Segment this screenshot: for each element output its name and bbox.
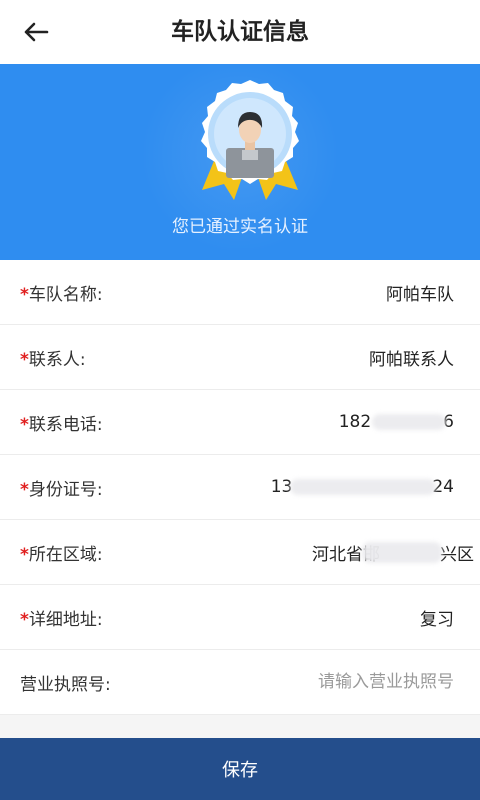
region-value[interactable]: 河北省邯 兴区 [312, 540, 474, 565]
top-bar: 车队认证信息 [0, 0, 480, 64]
team-name-row: *车队名称: 阿帕车队 [0, 260, 480, 325]
contact-phone-value[interactable]: 182 6 [339, 412, 454, 432]
phone-prefix: 182 [338, 412, 372, 432]
required-mark: * [20, 609, 29, 630]
region-suffix: 兴区 [440, 544, 474, 565]
required-mark: * [20, 479, 29, 500]
address-row: *详细地址: 复习 [0, 585, 480, 650]
address-label: *详细地址: [20, 609, 103, 630]
team-name-value[interactable]: 阿帕车队 [386, 280, 454, 305]
save-button[interactable]: 保存 [0, 738, 480, 800]
business-license-input[interactable] [234, 672, 454, 692]
region-label: *所在区域: [20, 544, 103, 565]
verified-status-text: 您已通过实名认证 [172, 217, 308, 237]
team-info-form: *车队名称: 阿帕车队 *联系人: 阿帕联系人 *联系电话: 182 6 *身份证… [0, 260, 480, 715]
id-number-row: *身份证号: 13 24 [0, 455, 480, 520]
required-mark: * [20, 414, 29, 435]
business-license-label: 营业执照号: [20, 674, 111, 695]
contact-phone-label: *联系电话: [20, 414, 103, 435]
required-mark: * [20, 544, 29, 565]
verified-badge-icon [201, 80, 299, 200]
id-number-value[interactable]: 13 24 [271, 477, 454, 497]
address-value[interactable]: 复习 [420, 605, 454, 630]
contact-person-label: *联系人: [20, 349, 86, 370]
privacy-blur [372, 414, 446, 430]
verification-banner: 您已通过实名认证 [0, 64, 480, 260]
contact-person-row: *联系人: 阿帕联系人 [0, 325, 480, 390]
privacy-blur [362, 541, 442, 563]
region-row: *所在区域: 河北省邯 兴区 [0, 520, 480, 585]
business-license-row: 营业执照号: [0, 650, 480, 715]
arrow-left-icon [24, 22, 49, 42]
id-number-label: *身份证号: [20, 479, 103, 500]
privacy-blur [290, 479, 436, 495]
page-title: 车队认证信息 [171, 19, 309, 45]
required-mark: * [20, 349, 29, 370]
contact-phone-row: *联系电话: 182 6 [0, 390, 480, 455]
required-mark: * [20, 284, 29, 305]
team-name-label: *车队名称: [20, 284, 103, 305]
back-button[interactable] [14, 14, 58, 50]
contact-person-value[interactable]: 阿帕联系人 [369, 345, 454, 370]
